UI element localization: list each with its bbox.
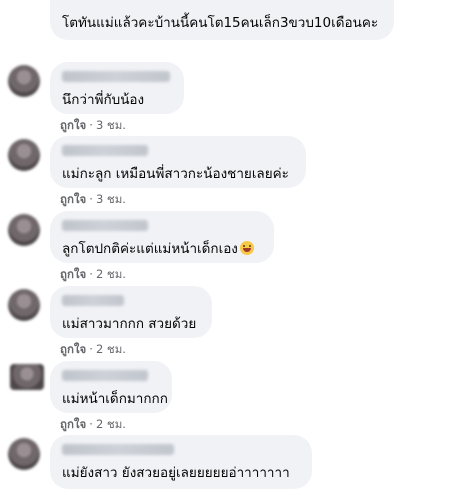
comment-text: แม่สาวมากกก สวยด้วย	[62, 316, 197, 332]
separator: ·	[89, 417, 93, 431]
timestamp[interactable]: 3 ชม.	[96, 192, 126, 206]
like-link[interactable]: ถูกใจ	[60, 267, 86, 281]
avatar[interactable]	[10, 364, 44, 390]
avatar[interactable]	[8, 139, 40, 171]
comment-bubble: แม่กะลูก เหมือนพี่สาวกะน้องชายเลยค่ะ	[50, 136, 306, 188]
comment-bubble: แม่หน้าเด็กมากกก	[50, 361, 172, 413]
avatar[interactable]	[8, 214, 40, 246]
comment-text-body: ลูกโตปกติค่ะแต่แม่หน้าเด็กเอง	[62, 241, 238, 257]
comment-bubble: โตทันแม่แล้วคะบ้านนี้คนโต15คนเล็ก3ขวบ10เ…	[50, 0, 394, 40]
like-link[interactable]: ถูกใจ	[60, 118, 86, 132]
comment-text: โตทันแม่แล้วคะบ้านนี้คนโต15คนเล็ก3ขวบ10เ…	[62, 15, 379, 31]
avatar[interactable]	[8, 65, 40, 97]
comment-meta: ถูกใจ · 2 ชม.	[60, 416, 126, 434]
commenter-name-blurred[interactable]	[62, 145, 148, 156]
timestamp[interactable]: 3 ชม.	[96, 118, 126, 132]
comment-meta: ถูกใจ · 2 ชม.	[60, 341, 126, 359]
comment-bubble: แม่สาวมากกก สวยด้วย	[50, 286, 212, 338]
commenter-name-blurred[interactable]	[62, 220, 148, 231]
avatar[interactable]	[8, 438, 40, 470]
commenter-name-blurred[interactable]	[62, 295, 124, 306]
commenter-name-blurred[interactable]	[62, 370, 148, 381]
comment-bubble: ลูกโตปกติค่ะแต่แม่หน้าเด็กเอง	[50, 211, 274, 263]
timestamp[interactable]: 2 ชม.	[96, 342, 126, 356]
separator: ·	[89, 118, 93, 132]
separator: ·	[89, 267, 93, 281]
comment-text: แม่กะลูก เหมือนพี่สาวกะน้องชายเลยค่ะ	[62, 166, 289, 182]
comment-text: นึกว่าพี่กับน้อง	[62, 92, 145, 108]
comment-meta: ถูกใจ · 3 ชม.	[60, 117, 126, 135]
timestamp[interactable]: 2 ชม.	[96, 417, 126, 431]
comment-meta: ถูกใจ · 2 ชม.	[60, 266, 126, 284]
commenter-name-blurred[interactable]	[62, 71, 170, 82]
avatar[interactable]	[8, 289, 40, 321]
comment-bubble: นึกว่าพี่กับน้อง	[50, 62, 184, 114]
like-link[interactable]: ถูกใจ	[60, 417, 86, 431]
comment-text: ลูกโตปกติค่ะแต่แม่หน้าเด็กเอง	[62, 241, 254, 257]
comment-bubble: แม่ยังสาว ยังสวยอยู่เลยยยยยอ่าาาาาาา	[50, 435, 312, 489]
like-link[interactable]: ถูกใจ	[60, 342, 86, 356]
separator: ·	[89, 342, 93, 356]
comment-text: แม่หน้าเด็กมากกก	[62, 391, 168, 407]
comment-meta: ถูกใจ · 3 ชม.	[60, 191, 126, 209]
timestamp[interactable]: 2 ชม.	[96, 267, 126, 281]
comment-text: แม่ยังสาว ยังสวยอยู่เลยยยยยอ่าาาาาาา	[62, 465, 290, 481]
commenter-name-blurred[interactable]	[62, 444, 174, 455]
grinning-squinting-face-icon	[239, 241, 254, 255]
separator: ·	[89, 192, 93, 206]
like-link[interactable]: ถูกใจ	[60, 192, 86, 206]
